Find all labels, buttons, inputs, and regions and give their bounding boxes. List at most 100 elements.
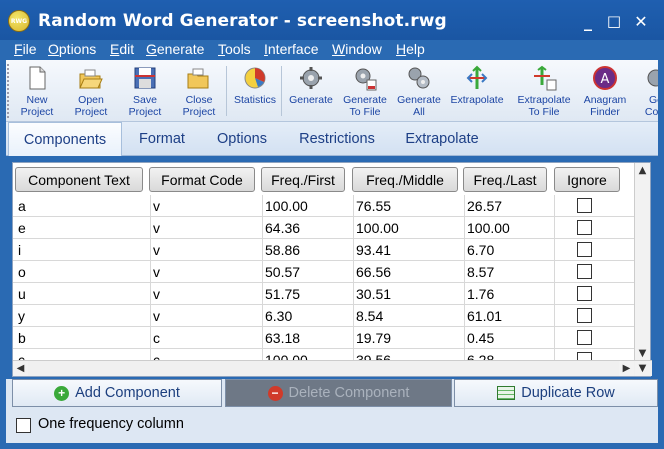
ignore-checkbox[interactable] [577,198,592,213]
menu-tools[interactable]: Tools [218,41,251,57]
column-header[interactable]: Ignore [554,167,620,192]
close-button[interactable]: ✕ [632,12,650,31]
vertical-scrollbar[interactable]: ▲ ▼ [634,163,650,361]
toolbar-new-project-button[interactable]: New Project [14,62,60,120]
table-cell[interactable]: 61.01 [467,308,502,324]
column-header[interactable]: Format Code [149,167,255,192]
table-cell[interactable]: 66.56 [356,264,391,280]
table-cell[interactable]: 100.00 [265,198,308,214]
table-cell[interactable]: v [153,286,160,302]
menu-help[interactable]: Help [396,41,425,57]
table-cell[interactable]: 51.75 [265,286,300,302]
table-cell[interactable]: v [153,264,160,280]
ignore-checkbox[interactable] [577,308,592,323]
scroll-right-icon[interactable]: ▶ [619,361,634,376]
horizontal-scrollbar[interactable]: ◀ ▶ ▼ [13,360,652,376]
ignore-checkbox[interactable] [577,286,592,301]
table-cell[interactable]: 6.30 [265,308,292,324]
toolbar-grip[interactable] [7,64,11,118]
menu-options[interactable]: Options [48,41,96,57]
title-bar[interactable]: RWG Random Word Generator - screenshot.r… [0,0,664,40]
table-cell[interactable]: 100.00 [356,220,399,236]
table-cell[interactable]: 26.57 [467,198,502,214]
column-header[interactable]: Freq./Last [463,167,547,192]
tab-components[interactable]: Components [8,122,122,156]
table-row[interactable]: b c 63.18 19.79 0.45 [13,327,635,349]
table-cell[interactable]: 93.41 [356,242,391,258]
table-cell[interactable]: u [18,286,26,302]
table-cell[interactable]: 58.86 [265,242,300,258]
table-cell[interactable]: v [153,220,160,236]
toolbar-save-project-button[interactable]: Save Project [122,62,168,120]
toolbar-anagram-finder-button[interactable]: A Anagram Finder [576,62,634,120]
tab-format[interactable]: Format [126,122,198,156]
ignore-checkbox[interactable] [577,330,592,345]
table-cell[interactable]: 63.18 [265,330,300,346]
menu-file[interactable]: File [14,41,37,57]
scroll-corner-right-icon[interactable]: ▼ [635,361,650,376]
toolbar-open-project-button[interactable]: Open Project [68,62,114,120]
ignore-checkbox[interactable] [577,242,592,257]
scroll-left-icon[interactable]: ◀ [13,361,28,376]
table-cell[interactable]: 8.54 [356,308,383,324]
table-row[interactable]: u v 51.75 30.51 1.76 [13,283,635,305]
one-frequency-checkbox[interactable] [16,418,31,433]
toolbar-generate-to-file-button[interactable]: Generate To File [339,62,391,120]
toolbar-generate-button[interactable]: Generate [285,62,337,120]
menu-interface[interactable]: Interface [264,41,318,57]
toolbar-close-project-button[interactable]: Close Project [176,62,222,120]
maximize-button[interactable]: □ [605,12,623,30]
table-cell[interactable]: 30.51 [356,286,391,302]
table-cell[interactable]: b [18,330,26,346]
column-header[interactable]: Component Text [15,167,143,192]
table-cell[interactable]: 6.70 [467,242,494,258]
table-cell[interactable]: 8.57 [467,264,494,280]
toolbar-extrapolate-button[interactable]: Extrapolate [446,62,508,120]
table-cell[interactable]: 19.79 [356,330,391,346]
table-cell[interactable]: c [153,330,160,346]
tab-extrapolate[interactable]: Extrapolate [392,122,492,156]
add-component-button[interactable]: + Add Component [12,379,222,407]
table-cell[interactable]: i [18,242,21,258]
table-cell[interactable]: v [153,198,160,214]
menu-edit[interactable]: Edit [110,41,134,57]
table-cell[interactable]: 76.55 [356,198,391,214]
minimize-button[interactable]: _ [579,12,597,31]
table-cell[interactable]: 0.45 [467,330,494,346]
column-header[interactable]: Freq./Middle [352,167,458,192]
scroll-up-icon[interactable]: ▲ [635,163,650,178]
table-cell[interactable]: a [18,198,26,214]
table-row[interactable]: y v 6.30 8.54 61.01 [13,305,635,327]
table-row[interactable]: o v 50.57 66.56 8.57 [13,261,635,283]
table-cell[interactable]: e [18,220,26,236]
delete-component-button[interactable]: − Delete Component [225,379,452,407]
table-cell[interactable]: o [18,264,26,280]
column-header[interactable]: Freq./First [261,167,345,192]
ignore-checkbox[interactable] [577,220,592,235]
toolbar-generate-combinations-button[interactable]: GeCom [636,62,658,120]
table-cell[interactable]: 1.76 [467,286,494,302]
duplicate-row-button[interactable]: Duplicate Row [454,379,658,407]
table-row[interactable]: a v 100.00 76.55 26.57 [13,195,635,217]
table-cell[interactable]: 50.57 [265,264,300,280]
toolbar-label-line1: Open [78,94,104,106]
table-row[interactable]: i v 58.86 93.41 6.70 [13,239,635,261]
scroll-down-icon[interactable]: ▼ [635,346,650,361]
tab-options[interactable]: Options [202,122,282,156]
menu-generate[interactable]: Generate [146,41,204,57]
toolbar-extrapolate-to-file-button[interactable]: Extrapolate To File [511,62,577,120]
table-cell[interactable]: 100.00 [467,220,510,236]
toolbar-statistics-button[interactable]: Statistics [230,62,280,120]
toolbar-generate-all-button[interactable]: Generate All [393,62,445,120]
table-row[interactable]: e v 64.36 100.00 100.00 [13,217,635,239]
menu-label-rest: ools [225,41,251,57]
table-cell[interactable]: y [18,308,25,324]
toolbar-label-line2: Project [74,106,108,118]
table-cell[interactable]: v [153,242,160,258]
table-cell[interactable]: 64.36 [265,220,300,236]
menu-window[interactable]: Window [332,41,382,57]
table-cell[interactable]: v [153,308,160,324]
toolbar-label: GeCom [645,94,658,118]
ignore-checkbox[interactable] [577,264,592,279]
tab-restrictions[interactable]: Restrictions [286,122,388,156]
